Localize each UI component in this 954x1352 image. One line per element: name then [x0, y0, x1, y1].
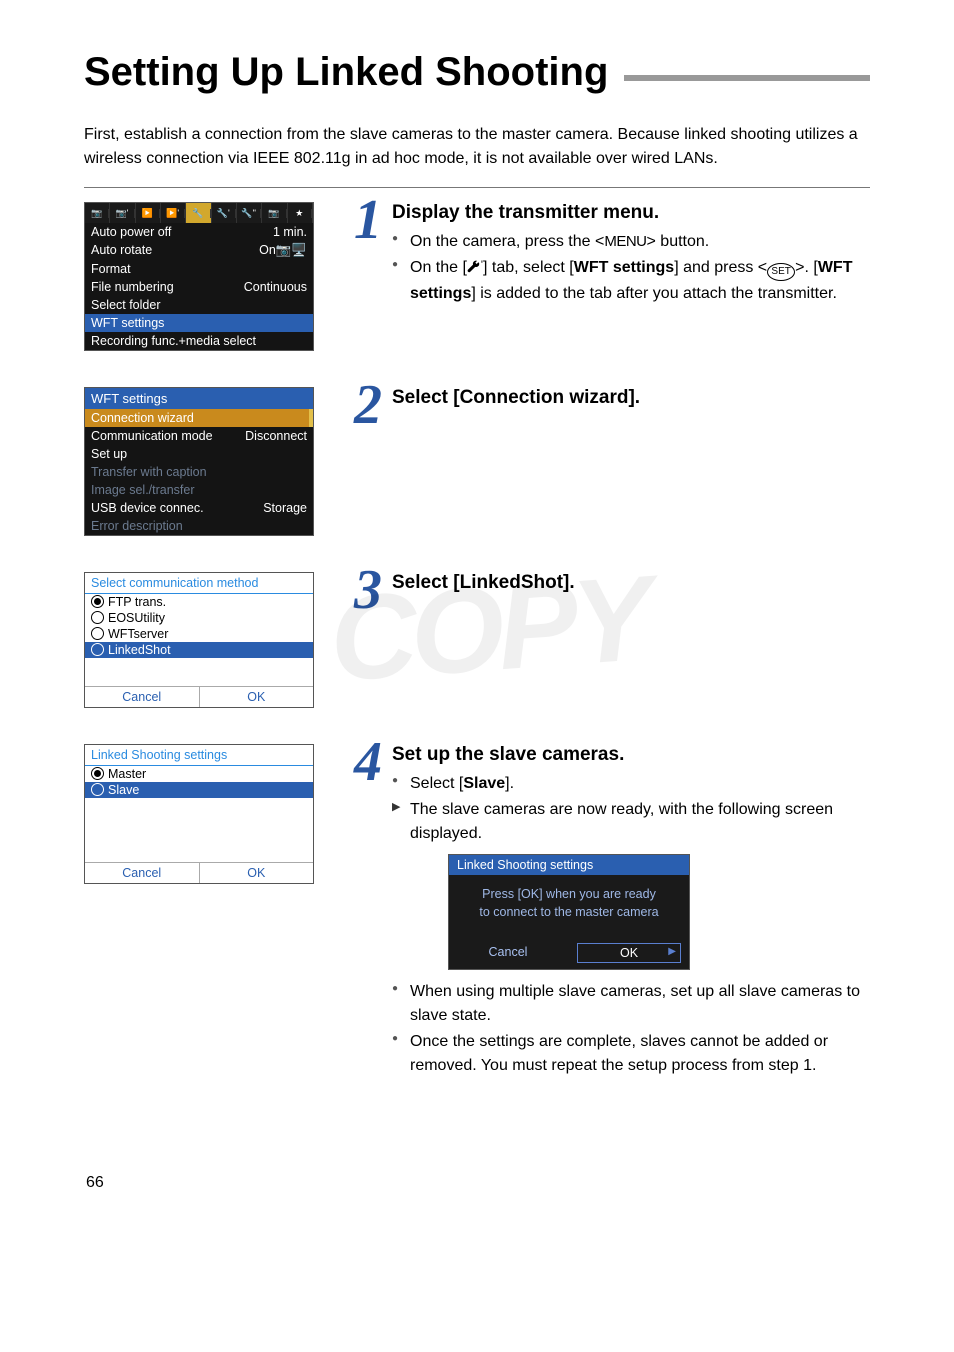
step4-bullet4: Once the settings are complete, slaves c…: [392, 1030, 870, 1078]
separator: [84, 187, 870, 188]
set-icon: SET: [767, 263, 795, 281]
step1-bullet1: On the camera, press the <MENU> button.: [392, 230, 870, 254]
step3-title: Select [LinkedShot].: [392, 572, 870, 594]
camera-screenshot-ready-prompt: Linked Shooting settings Press [OK] when…: [448, 854, 690, 970]
camera-screenshot-transmitter-menu: 📷 📷' ▶️ ▶️' 🔧 🔧' 🔧'' 📷 ★ Auto power off1…: [84, 202, 314, 351]
step1-bullet2: On the [ '] tab, select [WFT settings] a…: [392, 256, 870, 306]
camera-screenshot-wft-settings: WFT settings Connection wizard Communica…: [84, 387, 314, 536]
step-number-2: 2: [344, 383, 392, 428]
step4-bullet1: Select [Slave].: [392, 772, 870, 796]
step4-bullet2: The slave cameras are now ready, with th…: [392, 798, 870, 846]
camera-screenshot-comm-method: Select communication method FTP trans. E…: [84, 572, 314, 708]
step-number-3: 3: [344, 568, 392, 613]
step4-bullet3: When using multiple slave cameras, set u…: [392, 980, 870, 1028]
title-rule: [624, 75, 870, 81]
intro-text: First, establish a connection from the s…: [84, 123, 870, 171]
page-number: 66: [86, 1174, 104, 1192]
camera-screenshot-linked-settings: Linked Shooting settings Master Slave Ca…: [84, 744, 314, 884]
step1-title: Display the transmitter menu.: [392, 202, 870, 224]
step4-title: Set up the slave cameras.: [392, 744, 870, 766]
step-number-4: 4: [344, 740, 392, 1080]
wrench-icon: [467, 258, 481, 282]
page-title: Setting Up Linked Shooting: [84, 50, 608, 95]
step2-title: Select [Connection wizard].: [392, 387, 870, 409]
step-number-1: 1: [344, 198, 392, 308]
